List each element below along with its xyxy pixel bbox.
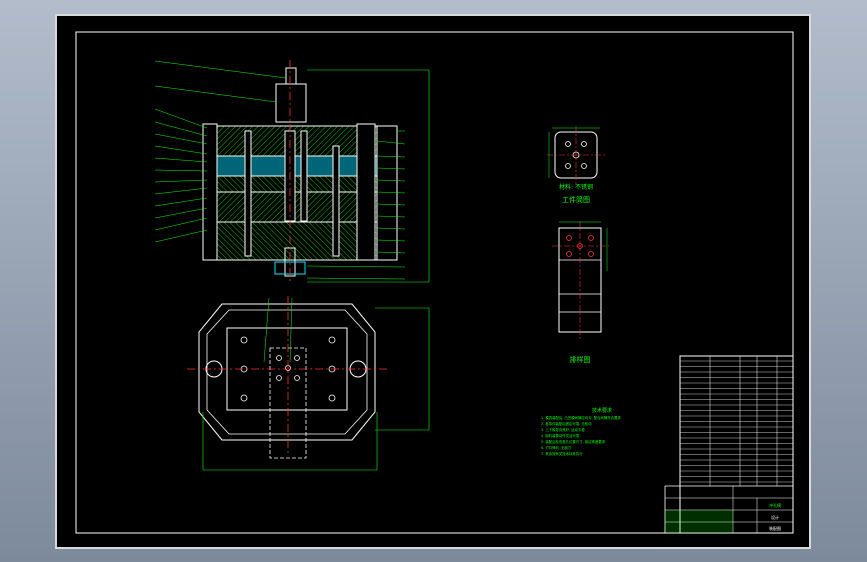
workpiece-material-note: 材料: 不锈钢 (559, 183, 593, 191)
title-drawing-no: 装配图 (769, 525, 781, 531)
drawing-canvas: 材料: 不锈钢 工件简图 排样图 技术要求 1. 模具装配后, 凸凹模间隙应均匀… (75, 31, 794, 534)
workpiece-caption: 工件简图 (562, 195, 590, 204)
note-line-4: 4. 卸料装置动作灵活可靠 (541, 433, 580, 438)
note-line-3: 3. 上下模导向良好, 运动平稳 (541, 427, 585, 432)
strip-caption: 排样图 (570, 355, 591, 364)
inner-border (75, 31, 794, 534)
section-view (154, 60, 430, 284)
note-line-5: 5. 装配后检查各孔位置尺寸, 保证精度要求 (541, 439, 606, 444)
note-line-7: 7. 其余按有关技术标准执行 (541, 451, 583, 456)
title-block: 冲孔模 设计 装配图 (664, 355, 794, 534)
note-line-2: 2. 各零件装配后固定可靠, 无松动 (541, 421, 592, 426)
plan-view (187, 296, 430, 471)
note-line-1: 1. 模具装配后, 凸凹模间隙应均匀, 配合间隙符合要求 (541, 415, 621, 420)
technical-notes: 技术要求 1. 模具装配后, 凸凹模间隙应均匀, 配合间隙符合要求 2. 各零件… (541, 407, 621, 456)
note-line-6: 6. 刃口锋利, 无崩刃 (541, 445, 571, 450)
cad-window: 材料: 不锈钢 工件简图 排样图 技术要求 1. 模具装配后, 凸凹模间隙应均匀… (0, 0, 867, 562)
title-school: 设计 (771, 514, 779, 520)
title-part-name: 冲孔模 (769, 502, 781, 508)
workpiece-view: 材料: 不锈钢 工件简图 (547, 126, 605, 204)
notes-title: 技术要求 (592, 407, 612, 414)
strip-layout-view: 排样图 (552, 221, 609, 364)
drawing-sheet: 材料: 不锈钢 工件简图 排样图 技术要求 1. 模具装配后, 凸凹模间隙应均匀… (55, 14, 811, 549)
